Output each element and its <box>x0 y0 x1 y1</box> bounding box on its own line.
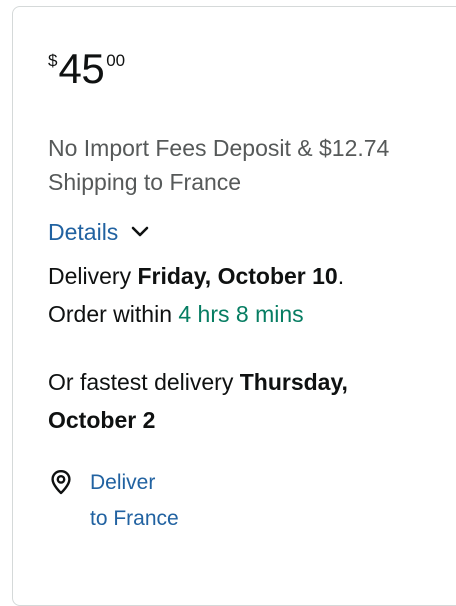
location-line-2: to France <box>90 507 179 530</box>
order-within-prefix: Order within <box>48 301 179 327</box>
price-symbol: $ <box>48 51 58 70</box>
price: $ 45 00 <box>48 48 125 90</box>
delivery-date: Friday, October 10 <box>137 263 338 289</box>
shipping-fees-text: No Import Fees Deposit & $12.74 Shipping… <box>48 135 390 195</box>
order-countdown: 4 hrs 8 mins <box>178 301 304 327</box>
location-text[interactable]: Deliver to France <box>90 465 179 537</box>
deliver-to-location-link[interactable]: Deliver to France <box>48 465 179 537</box>
fastest-delivery-message: Or fastest delivery Thursday, October 2 <box>48 363 438 439</box>
delivery-suffix: . <box>337 263 345 289</box>
details-label: Details <box>48 219 119 245</box>
price-whole: 45 <box>58 45 105 92</box>
location-pin-icon <box>51 470 71 495</box>
location-line-1: Deliver <box>90 471 156 494</box>
delivery-prefix: Delivery <box>48 263 138 289</box>
delivery-message: Delivery Friday, October 10. Order withi… <box>48 257 438 333</box>
price-fraction: 00 <box>106 51 126 70</box>
details-dropdown[interactable]: Details <box>48 215 150 249</box>
chevron-down-icon <box>132 226 149 237</box>
fastest-prefix: Or fastest delivery <box>48 369 240 395</box>
